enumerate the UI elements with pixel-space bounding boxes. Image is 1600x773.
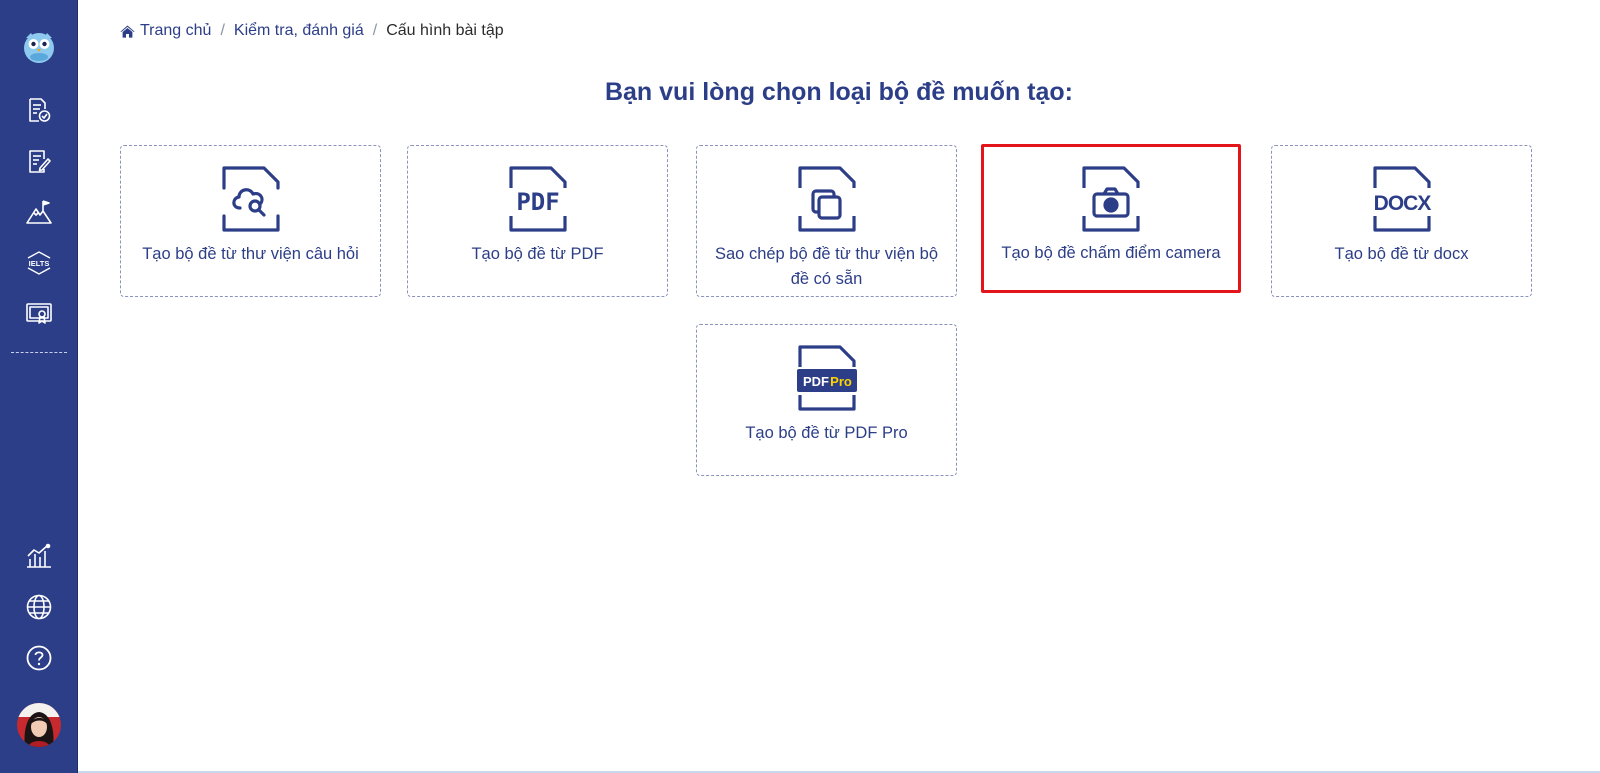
cloud-search-file-icon bbox=[221, 166, 280, 232]
card-label: Tạo bộ đề từ PDF bbox=[471, 245, 604, 263]
sidebar-item-achievements[interactable] bbox=[0, 192, 78, 232]
checklist-document-icon bbox=[29, 98, 51, 122]
sidebar-item-assignments[interactable] bbox=[0, 90, 78, 130]
breadcrumb-current: Cấu hình bài tập bbox=[386, 22, 504, 39]
svg-text:Pro: Pro bbox=[830, 374, 852, 389]
mountain-flag-icon bbox=[26, 200, 52, 224]
card-question-library[interactable]: Tạo bộ đề từ thư viện câu hỏi bbox=[120, 145, 381, 297]
certificate-icon bbox=[26, 303, 52, 324]
card-camera-grading[interactable]: Tạo bộ đề chấm điểm camera bbox=[981, 144, 1241, 293]
breadcrumb-section[interactable]: Kiểm tra, đánh giá bbox=[234, 22, 364, 40]
svg-text:DOCX: DOCX bbox=[1373, 192, 1431, 215]
card-pdf[interactable]: PDF Tạo bộ đề từ PDF bbox=[407, 145, 668, 297]
card-label: Tạo bộ đề chấm điểm camera bbox=[1001, 244, 1221, 262]
home-icon bbox=[120, 25, 135, 38]
breadcrumb: Trang chủ / Kiểm tra, đánh giá / Cấu hìn… bbox=[120, 20, 504, 42]
card-pdf-pro[interactable]: PDF Pro Tạo bộ đề từ PDF Pro bbox=[696, 324, 957, 476]
sidebar-item-help[interactable] bbox=[0, 638, 78, 678]
breadcrumb-separator: / bbox=[220, 22, 225, 39]
docx-file-icon: DOCX bbox=[1372, 166, 1432, 232]
card-docx[interactable]: DOCX Tạo bộ đề từ docx bbox=[1271, 145, 1532, 297]
owl-logo-icon bbox=[24, 33, 54, 63]
avatar bbox=[17, 703, 61, 747]
breadcrumb-separator: / bbox=[372, 22, 378, 39]
sidebar: IELTS bbox=[0, 0, 78, 773]
pdf-file-icon: PDF bbox=[508, 166, 567, 232]
edit-document-icon bbox=[29, 150, 51, 173]
breadcrumb-home[interactable]: Trang chủ bbox=[120, 22, 211, 40]
user-avatar[interactable] bbox=[17, 703, 61, 747]
svg-text:PDF: PDF bbox=[516, 188, 559, 216]
globe-icon bbox=[26, 594, 52, 620]
sidebar-item-statistics[interactable] bbox=[0, 536, 78, 576]
chart-icon bbox=[27, 543, 51, 568]
page-title: Bạn vui lòng chọn loại bộ đề muốn tạo: bbox=[604, 78, 1074, 106]
svg-text:PDF: PDF bbox=[803, 374, 829, 389]
ielts-icon: IELTS bbox=[27, 251, 51, 275]
sidebar-item-certificates[interactable] bbox=[0, 294, 78, 334]
logo[interactable] bbox=[0, 25, 78, 69]
card-label: Sao chép bộ đề từ thư viện bộ đề có sẵn bbox=[715, 245, 938, 288]
sidebar-item-exams[interactable] bbox=[0, 141, 78, 181]
svg-text:IELTS: IELTS bbox=[29, 259, 50, 268]
card-copy-library[interactable]: Sao chép bộ đề từ thư viện bộ đề có sẵn bbox=[696, 145, 957, 297]
card-label: Tạo bộ đề từ thư viện câu hỏi bbox=[142, 245, 359, 263]
copy-file-icon bbox=[797, 166, 856, 232]
sidebar-item-ielts[interactable]: IELTS bbox=[0, 243, 78, 283]
sidebar-item-language[interactable] bbox=[0, 587, 78, 627]
breadcrumb-home-label: Trang chủ bbox=[140, 22, 212, 39]
sidebar-divider bbox=[11, 352, 67, 353]
camera-file-icon bbox=[1082, 166, 1140, 232]
card-label: Tạo bộ đề từ docx bbox=[1334, 245, 1469, 263]
pdf-pro-file-icon: PDF Pro bbox=[796, 345, 857, 411]
card-label: Tạo bộ đề từ PDF Pro bbox=[745, 424, 908, 442]
help-icon bbox=[26, 645, 52, 671]
